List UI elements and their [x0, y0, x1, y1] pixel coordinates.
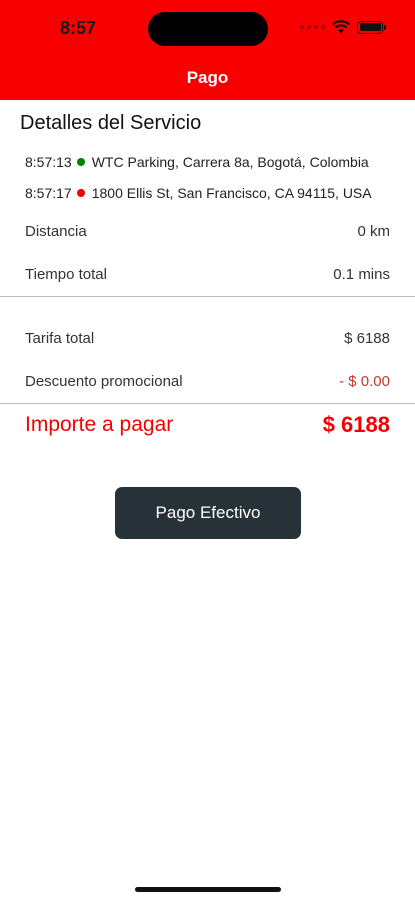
amount-due-label: Importe a pagar	[25, 413, 174, 436]
route-origin: 8:57:13 WTC Parking, Carrera 8a, Bogotá,…	[25, 154, 369, 170]
destination-time: 8:57:17	[25, 185, 72, 201]
origin-dot-icon	[76, 158, 85, 166]
discount-row: Descuento promocional - $ 0.00	[25, 373, 390, 390]
battery-icon	[357, 20, 386, 34]
discount-value: - $ 0.00	[339, 373, 390, 390]
distance-value: 0 km	[357, 223, 390, 240]
discount-label: Descuento promocional	[25, 373, 183, 390]
route-destination: 8:57:17 1800 Ellis St, San Francisco, CA…	[25, 185, 372, 201]
cash-payment-button[interactable]: Pago Efectivo	[115, 487, 301, 539]
amount-due-row: Importe a pagar $ 6188	[25, 412, 390, 438]
total-time-row: Tiempo total 0.1 mins	[25, 266, 390, 283]
cellular-icon	[300, 25, 325, 29]
app-header: 8:57 Pago	[0, 0, 415, 100]
fare-total-value: $ 6188	[344, 330, 390, 347]
destination-dot-icon	[76, 189, 85, 197]
destination-address: 1800 Ellis St, San Francisco, CA 94115, …	[91, 185, 372, 201]
service-details-title: Detalles del Servicio	[20, 112, 202, 134]
status-icons	[300, 20, 386, 34]
fare-total-label: Tarifa total	[25, 330, 95, 347]
origin-time: 8:57:13	[25, 154, 72, 170]
fare-total-row: Tarifa total $ 6188	[25, 330, 390, 347]
home-indicator[interactable]	[135, 887, 281, 892]
amount-due-value: $ 6188	[322, 412, 390, 437]
wifi-icon	[332, 20, 350, 34]
status-time: 8:57	[60, 18, 97, 38]
divider	[0, 296, 415, 297]
total-time-label: Tiempo total	[25, 266, 107, 283]
dynamic-island	[148, 12, 268, 46]
page-title: Pago	[186, 68, 229, 87]
divider	[0, 403, 415, 404]
total-time-value: 0.1 mins	[333, 266, 390, 283]
distance-label: Distancia	[25, 223, 87, 240]
distance-row: Distancia 0 km	[25, 223, 390, 240]
origin-address: WTC Parking, Carrera 8a, Bogotá, Colombi…	[91, 154, 369, 170]
